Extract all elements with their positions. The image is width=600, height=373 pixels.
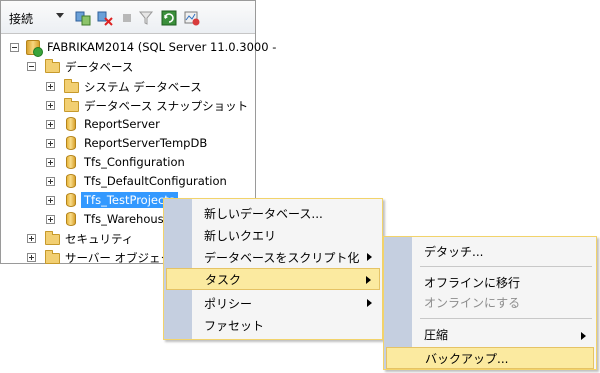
expand-icon[interactable] xyxy=(46,158,55,167)
tree-node-database-snapshots[interactable]: データベース スナップショット xyxy=(1,96,255,115)
menu-item-new-query[interactable]: 新しいクエリ xyxy=(164,224,382,246)
menu-item-script-database[interactable]: データベースをスクリプト化 xyxy=(164,246,382,268)
tree-node-databases[interactable]: データベース xyxy=(1,57,255,76)
database-icon xyxy=(66,174,76,188)
tasks-submenu: デタッチ... オフラインに移行 オンラインにする 圧縮 バックアップ... xyxy=(383,236,597,370)
menu-item-label: 新しいデータベース... xyxy=(204,206,323,221)
menu-item-label: タスク xyxy=(205,272,242,287)
menu-item-shrink[interactable]: 圧縮 xyxy=(384,323,596,345)
submenu-arrow-icon xyxy=(581,332,586,340)
tree-item-label: ReportServerTempDB xyxy=(84,136,208,150)
menu-item-label: データベースをスクリプト化 xyxy=(204,250,360,265)
menu-item-backup[interactable]: バックアップ... xyxy=(386,347,594,369)
menu-item-label: 新しいクエリ xyxy=(204,228,277,243)
database-icon xyxy=(66,212,76,226)
menu-item-facets[interactable]: ファセット xyxy=(164,314,382,336)
submenu-arrow-icon xyxy=(367,299,372,307)
tree-item-label: Tfs_Configuration xyxy=(84,155,185,169)
collapse-icon[interactable] xyxy=(27,62,36,71)
tree-node-server[interactable]: FABRIKAM2014 (SQL Server 11.0.3000 - xyxy=(1,38,276,57)
tree-node-tfs-defaultconfiguration[interactable]: Tfs_DefaultConfiguration xyxy=(1,172,255,191)
menu-item-bring-online: オンラインにする xyxy=(384,291,596,313)
expand-icon[interactable] xyxy=(46,177,55,186)
expand-icon[interactable] xyxy=(27,234,36,243)
refresh-icon[interactable] xyxy=(161,10,177,26)
menu-item-label: 圧縮 xyxy=(424,327,449,342)
expand-icon[interactable] xyxy=(46,196,55,205)
database-icon xyxy=(66,193,76,207)
menu-item-label: バックアップ... xyxy=(425,351,509,366)
object-explorer-toolbar: 接続 xyxy=(1,1,255,34)
folder-icon xyxy=(45,250,60,264)
expand-icon[interactable] xyxy=(27,253,36,262)
database-icon xyxy=(66,155,76,169)
security-label: セキュリティ xyxy=(65,232,134,246)
submenu-arrow-icon xyxy=(367,253,372,261)
menu-item-label: オンラインにする xyxy=(424,295,521,310)
folder-icon xyxy=(45,231,60,245)
menu-item-label: オフラインに移行 xyxy=(424,275,521,290)
expand-icon[interactable] xyxy=(46,215,55,224)
server-icon xyxy=(26,40,43,57)
expand-icon[interactable] xyxy=(46,139,55,148)
menu-item-label: ポリシー xyxy=(204,296,253,311)
menu-item-new-database[interactable]: 新しいデータベース... xyxy=(164,202,382,224)
tree-item-label: システム データベース xyxy=(84,80,202,94)
collapse-icon[interactable] xyxy=(10,43,19,52)
tree-node-system-databases[interactable]: システム データベース xyxy=(1,77,255,96)
expand-icon[interactable] xyxy=(46,82,55,91)
menu-separator xyxy=(420,266,592,267)
stop-icon[interactable] xyxy=(119,10,135,26)
menu-item-label: デタッチ... xyxy=(424,244,484,259)
menu-item-take-offline[interactable]: オフラインに移行 xyxy=(384,271,596,293)
menu-item-tasks[interactable]: タスク xyxy=(166,268,380,290)
filter-icon[interactable] xyxy=(138,10,154,26)
server-label: FABRIKAM2014 (SQL Server 11.0.3000 - xyxy=(47,40,277,54)
connect-button[interactable]: 接続 xyxy=(9,10,33,26)
tree-item-label: ReportServer xyxy=(84,117,160,131)
context-menu: 新しいデータベース... 新しいクエリ データベースをスクリプト化 タスク ポリ… xyxy=(163,198,383,340)
folder-icon xyxy=(64,79,79,93)
tree-node-tfs-configuration[interactable]: Tfs_Configuration xyxy=(1,153,255,172)
submenu-arrow-icon xyxy=(366,276,371,284)
tree-item-label: Tfs_DefaultConfiguration xyxy=(84,174,227,188)
database-icon xyxy=(66,117,76,131)
menu-item-detach[interactable]: デタッチ... xyxy=(384,240,596,262)
folder-icon xyxy=(64,98,79,112)
expand-icon[interactable] xyxy=(46,120,55,129)
database-icon xyxy=(66,136,76,150)
tree-node-reportservertempdb[interactable]: ReportServerTempDB xyxy=(1,134,255,153)
menu-separator xyxy=(420,318,592,319)
activity-monitor-icon[interactable] xyxy=(184,10,200,26)
menu-item-label: ファセット xyxy=(204,318,265,333)
expand-icon[interactable] xyxy=(46,101,55,110)
databases-label: データベース xyxy=(65,60,134,74)
menu-item-policies[interactable]: ポリシー xyxy=(164,292,382,314)
folder-icon xyxy=(45,59,60,73)
tree-node-reportserver[interactable]: ReportServer xyxy=(1,115,255,134)
disconnect-icon[interactable] xyxy=(97,10,113,26)
tree-item-label: データベース スナップショット xyxy=(84,99,249,113)
connect-object-icon[interactable] xyxy=(75,10,91,26)
connect-dropdown-arrow-icon[interactable] xyxy=(56,13,64,18)
tree-item-label: Tfs_Warehouse xyxy=(84,212,171,226)
